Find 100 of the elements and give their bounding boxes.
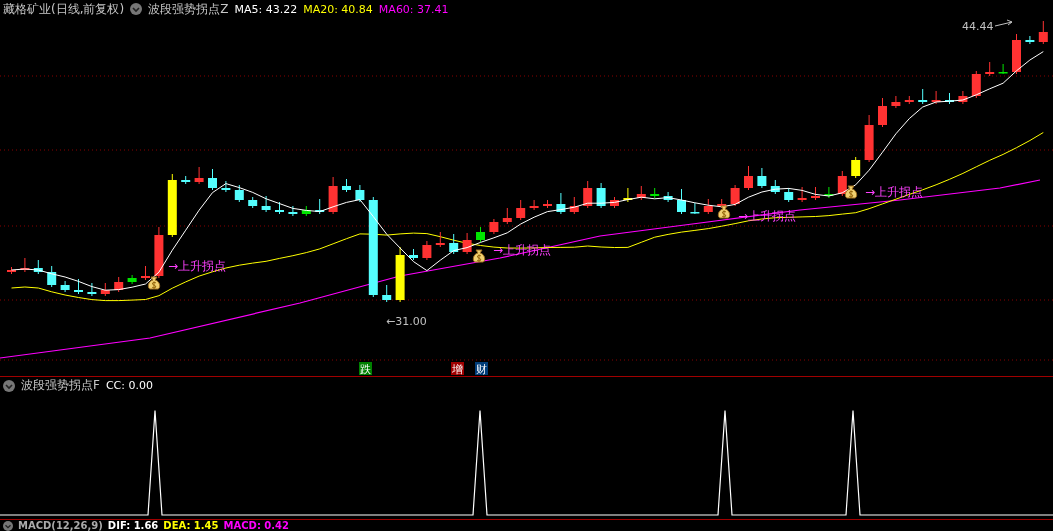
candlestick [275,201,284,215]
candlestick [730,184,740,207]
candlestick [878,97,887,128]
marker-tag: 增 [451,362,464,376]
candlestick [971,70,981,99]
candlestick [556,192,566,215]
dropdown-icon[interactable] [130,3,143,15]
money-bag-icon [717,205,731,219]
ma-reading: MA60: 37.41 [378,2,449,16]
candlestick [636,185,646,201]
dropdown-icon[interactable] [3,379,15,392]
candlestick [623,187,633,203]
low-price-label: ←31.00 [386,315,427,328]
candlestick [167,173,177,238]
candlestick [60,280,70,293]
money-bag-icon [147,276,161,290]
candlestick [703,198,713,215]
candlestick [610,196,619,209]
indicator-reading: CC: 0.00 [105,379,153,393]
candlestick [998,63,1008,75]
money-bag-icon [844,185,858,199]
candlestick [234,184,244,203]
money-bag-icon [472,249,486,263]
dropdown-icon[interactable] [3,520,13,531]
candlestick [958,90,968,105]
candlestick [342,178,351,193]
candlestick [476,226,485,243]
candlestick [435,231,445,248]
candlestick [744,165,753,191]
candlestick [208,168,217,191]
candlestick [127,274,137,285]
macd-name: MACD(12,26,9) [18,520,103,531]
marker-tag: 跌 [359,362,372,376]
macd-reading: DEA: 1.45 [163,520,219,531]
candlestick [945,92,954,105]
candlestick [677,188,686,215]
candlestick [837,170,847,197]
candlestick [1012,33,1021,75]
candlestick [824,186,834,199]
candlestick [409,248,418,261]
candlestick [87,282,97,297]
candlestick [261,195,271,213]
candlestick [114,276,124,293]
candlestick [422,240,432,261]
candlestick [194,166,204,185]
candlestick [221,180,231,193]
candlestick [395,246,405,303]
candlestick [811,186,820,201]
marker-tag: 财 [475,362,488,376]
candlestick [543,199,552,209]
candlestick [74,278,83,295]
candlestick [985,61,995,77]
candlestick [33,259,43,275]
candlestick [904,95,914,105]
indicator-name: 波段强势拐点Z [148,0,229,18]
candlestick [529,199,539,211]
candlestick [784,187,794,203]
candlestick [355,184,365,203]
candlestick [596,182,606,209]
leader-line [994,19,1013,27]
stock-title: 藏格矿业(日线,前复权) [3,0,125,18]
candlestick [20,257,30,273]
candlestick [918,88,928,105]
candlestick [770,179,780,195]
ma-reading: MA5: 43.22 [234,2,298,16]
candlestick [891,95,901,109]
candlestick [864,114,874,163]
candlestick [583,180,593,209]
candlestick [47,265,57,288]
indicator-name: 波段强势拐点F [21,377,100,395]
ma-reading: MA20: 40.84 [303,2,373,16]
candlestick [315,198,325,215]
signal-label: →上升拐点 [168,259,227,273]
candlestick [449,233,459,255]
candlestick [382,284,392,303]
candlestick [931,90,941,105]
candlestick [851,156,861,179]
candlestick [248,196,258,209]
candlestick [489,218,499,235]
candlestick [301,205,311,217]
candlestick [328,176,338,215]
candlestick [502,207,512,225]
candlestick [569,196,579,215]
candlestick [100,282,110,297]
candlestick [1025,35,1035,45]
macd-reading: MACD: 0.42 [223,520,290,531]
candlestick [650,187,660,199]
candlestick [181,175,191,185]
candlestick [1038,20,1048,45]
candlestick [288,205,298,217]
high-price-label: 44.44 [962,20,994,33]
candlestick [757,167,767,189]
macd-reading: DIF: 1.66 [107,520,159,531]
candlestick [154,226,164,279]
candlestick [462,232,472,255]
candlestick [690,202,700,215]
candlestick [516,199,526,221]
candlestick [663,191,673,203]
candlestick [7,266,16,275]
candlestick [797,186,807,203]
